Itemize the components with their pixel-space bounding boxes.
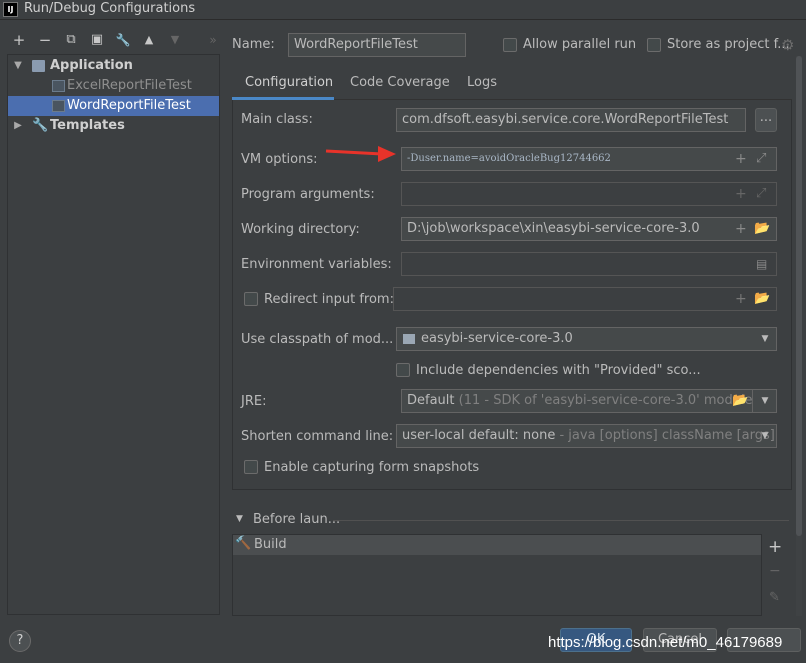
build-label: Build (254, 537, 287, 552)
shorten-command-line-hint: - java [options] className [args] (559, 428, 775, 443)
chevron-down-icon[interactable]: ▼ (236, 514, 243, 524)
browse-main-class-button[interactable]: ... (755, 108, 777, 132)
move-up-icon[interactable]: ▲ (141, 32, 157, 48)
tree-item-application[interactable]: ▼ Application (8, 56, 219, 76)
configuration-tree[interactable]: ▼ Application ExcelReportFileTest WordRe… (7, 54, 220, 615)
chevron-right-icon[interactable]: ▶ (12, 116, 24, 136)
jre-value: Default (407, 393, 455, 408)
redirect-input-field[interactable]: + 📂 (393, 287, 777, 311)
allow-parallel-label: Allow parallel run (523, 37, 637, 52)
main-class-field[interactable]: com.dfsoft.easybi.service.core.WordRepor… (396, 108, 746, 132)
tree-item-excel-report[interactable]: ExcelReportFileTest (8, 76, 219, 96)
tree-item-label: Templates (50, 118, 125, 133)
scrollbar-thumb[interactable] (796, 56, 802, 536)
intellij-logo-icon: IJ (3, 2, 18, 17)
name-field[interactable]: WordReportFileTest (288, 33, 466, 57)
main-class-label: Main class: (241, 112, 313, 127)
help-button[interactable]: ? (9, 630, 31, 652)
include-dependencies-label: Include dependencies with "Provided" sco… (416, 363, 701, 378)
title-bar: IJ Run/Debug Configurations (0, 0, 806, 20)
folder-icon[interactable]: 📂 (732, 393, 748, 409)
store-as-project-label: Store as project f... (667, 37, 790, 52)
remove-task-icon[interactable]: − (769, 563, 781, 579)
environment-variables-field[interactable]: ▤ (401, 252, 777, 276)
jre-label: JRE: (241, 394, 267, 409)
save-configuration-icon[interactable]: ▣ (89, 32, 105, 48)
tree-item-templates[interactable]: ▶ 🔧 Templates (8, 116, 219, 136)
more-actions-icon[interactable]: » (205, 32, 221, 48)
copy-configuration-icon[interactable]: ⧉ (63, 32, 79, 48)
add-configuration-icon[interactable]: + (11, 32, 27, 48)
working-directory-field[interactable]: D:\job\workspace\xin\easybi-service-core… (401, 217, 777, 241)
jre-hint: (11 - SDK of 'easybi-service-core-3.0' m… (458, 393, 753, 408)
redirect-input-checkbox[interactable] (244, 292, 258, 306)
allow-parallel-checkbox[interactable] (503, 38, 517, 52)
run-config-icon (52, 100, 65, 112)
tree-item-label: WordReportFileTest (67, 98, 191, 113)
list-item-build[interactable]: 🔨 Build (233, 535, 761, 555)
program-arguments-field[interactable]: + ⤢ (401, 182, 777, 206)
expand-icon[interactable]: ⤢ (756, 151, 766, 167)
before-launch-label[interactable]: Before laun... (253, 512, 340, 527)
tab-configuration[interactable]: Configuration (245, 75, 333, 90)
plus-icon[interactable]: + (735, 186, 747, 202)
jre-dropdown-button[interactable]: ▼ (752, 389, 777, 413)
vm-options-value: -Duser.name=avoidOracleBug12744662 (407, 153, 611, 164)
tree-item-label: ExcelReportFileTest (67, 78, 192, 93)
shorten-command-line-value: user-local default: none (402, 428, 556, 443)
vm-options-label: VM options: (241, 152, 318, 167)
red-arrow-annotation (325, 146, 396, 162)
form-snapshots-checkbox[interactable] (244, 460, 258, 474)
folder-icon[interactable]: 📂 (754, 291, 770, 307)
plus-icon[interactable]: + (735, 291, 747, 307)
move-down-icon[interactable]: ▼ (167, 32, 183, 48)
chevron-down-icon[interactable]: ▼ (754, 425, 776, 447)
edit-list-icon[interactable]: ▤ (756, 256, 767, 272)
edit-task-pencil-icon[interactable]: ✎ (769, 590, 780, 605)
classpath-module-select[interactable]: easybi-service-core-3.0 ▼ (396, 327, 777, 351)
before-launch-divider (333, 520, 789, 521)
expand-icon[interactable]: ⤢ (756, 186, 766, 202)
plus-icon[interactable]: + (735, 221, 747, 237)
redirect-input-label: Redirect input from: (264, 292, 394, 307)
remove-configuration-icon[interactable]: − (37, 32, 53, 48)
chevron-down-icon[interactable]: ▼ (12, 56, 24, 76)
name-label: Name: (232, 37, 275, 52)
shorten-command-line-label: Shorten command line: (241, 429, 394, 444)
classpath-module-label: Use classpath of mod... (241, 332, 394, 347)
form-snapshots-label: Enable capturing form snapshots (264, 460, 480, 475)
application-folder-icon (32, 60, 45, 72)
gear-icon[interactable]: ⚙ (781, 36, 794, 54)
wrench-icon: 🔧 (32, 118, 49, 133)
tab-logs[interactable]: Logs (467, 75, 497, 90)
working-directory-label: Working directory: (241, 222, 360, 237)
folder-icon[interactable]: 📂 (754, 221, 770, 237)
store-as-project-checkbox[interactable] (647, 38, 661, 52)
tab-code-coverage[interactable]: Code Coverage (350, 75, 450, 90)
chevron-down-icon[interactable]: ▼ (754, 390, 776, 412)
run-config-icon (52, 80, 65, 92)
hammer-icon: 🔨 (235, 536, 252, 551)
window-title: Run/Debug Configurations (24, 1, 196, 16)
tree-item-word-report[interactable]: WordReportFileTest (8, 96, 219, 116)
scrollbar[interactable] (796, 56, 802, 616)
shorten-command-line-select[interactable]: user-local default: none - java [options… (396, 424, 777, 448)
add-task-icon[interactable]: + (768, 537, 782, 557)
working-directory-value: D:\job\workspace\xin\easybi-service-core… (407, 221, 700, 236)
watermark-text: https://blog.csdn.net/m0_46179689 (548, 634, 783, 651)
plus-icon[interactable]: + (735, 151, 747, 167)
program-arguments-label: Program arguments: (241, 187, 375, 202)
chevron-down-icon[interactable]: ▼ (754, 328, 776, 350)
include-dependencies-checkbox[interactable] (396, 363, 410, 377)
classpath-module-value: easybi-service-core-3.0 (421, 331, 573, 346)
edit-templates-wrench-icon[interactable]: 🔧 (115, 32, 131, 48)
module-folder-icon (403, 334, 415, 344)
vm-options-field[interactable]: -Duser.name=avoidOracleBug12744662 + ⤢ (401, 147, 777, 171)
environment-variables-label: Environment variables: (241, 257, 392, 272)
jre-field[interactable]: Default (11 - SDK of 'easybi-service-cor… (401, 389, 753, 413)
tree-item-label: Application (50, 58, 133, 73)
